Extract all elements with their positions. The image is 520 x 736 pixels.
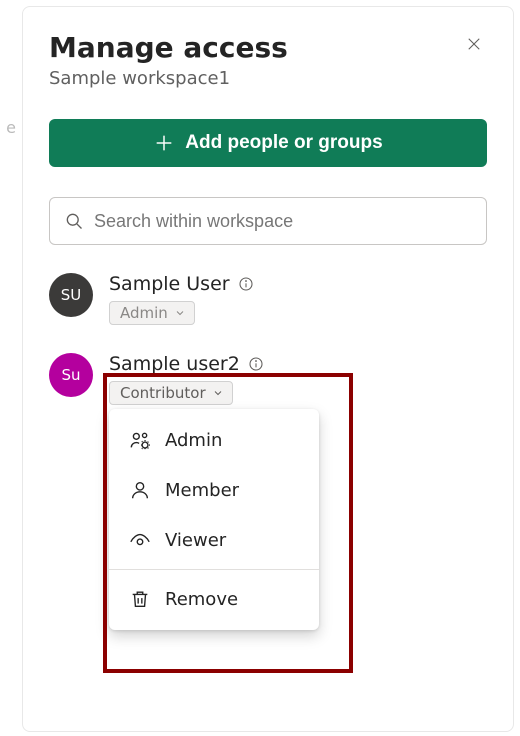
chevron-down-icon [174,307,186,319]
plus-icon [153,132,175,154]
add-people-label: Add people or groups [185,132,382,154]
role-chip: Admin [109,301,195,325]
info-icon[interactable] [238,276,254,292]
avatar: SU [49,273,93,317]
role-menu-item-label: Admin [165,430,222,451]
trash-icon [129,588,151,610]
user-row: SU Sample User Admin [49,273,487,325]
role-menu-item-label: Member [165,480,239,501]
avatar-initials: Su [61,366,80,384]
role-menu-item-label: Viewer [165,530,226,551]
close-button[interactable] [461,31,487,57]
add-people-button[interactable]: Add people or groups [49,119,487,167]
chevron-down-icon [212,387,224,399]
background-peek: e [0,6,22,732]
role-menu: Admin Member [109,409,319,630]
eye-icon [129,529,151,551]
role-menu-item-label: Remove [165,589,238,610]
role-chip[interactable]: Contributor [109,381,233,405]
avatar: Su [49,353,93,397]
role-menu-item-admin[interactable]: Admin [109,415,319,465]
manage-access-panel: Manage access Sample workspace1 Add peop… [22,6,514,732]
role-menu-item-member[interactable]: Member [109,465,319,515]
menu-separator [109,569,319,570]
people-settings-icon [129,429,151,451]
info-icon[interactable] [248,356,264,372]
role-chip-label: Admin [120,304,168,322]
role-chip-label: Contributor [120,384,206,402]
person-icon [129,479,151,501]
search-input[interactable] [94,211,472,232]
role-menu-item-remove[interactable]: Remove [109,574,319,624]
search-icon [64,211,84,231]
user-name: Sample user2 [109,353,240,375]
workspace-name: Sample workspace1 [49,68,288,89]
role-menu-item-viewer[interactable]: Viewer [109,515,319,565]
panel-header: Manage access Sample workspace1 [49,31,487,89]
user-name: Sample User [109,273,230,295]
user-row: Su Sample user2 Contributor [49,353,487,405]
avatar-initials: SU [61,286,82,304]
search-field[interactable] [49,197,487,245]
role-dropdown-area: Contributor [109,375,264,405]
panel-title: Manage access [49,31,288,64]
background-peek-char: e [6,118,16,137]
close-icon [465,35,483,53]
